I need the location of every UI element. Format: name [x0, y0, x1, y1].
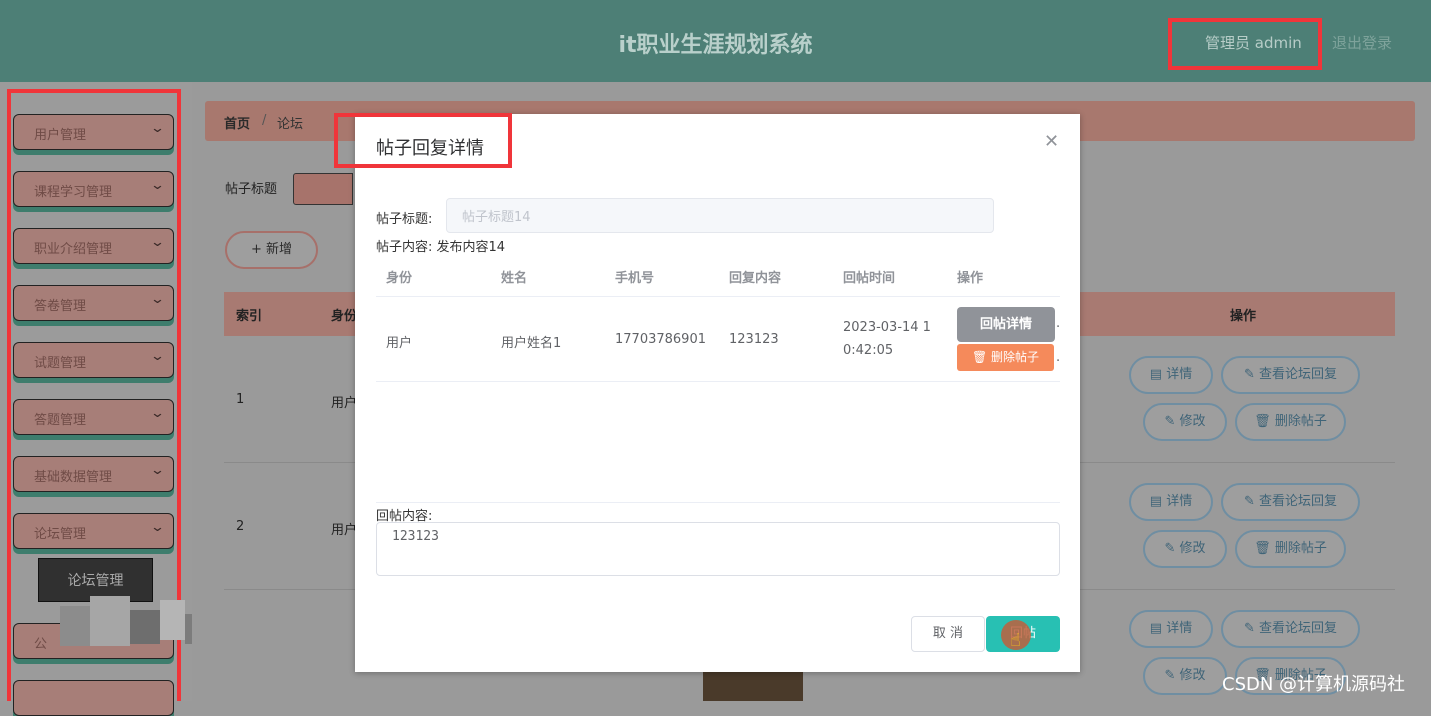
post-title-label: 帖子标题:	[376, 212, 433, 227]
reply-table-divider	[376, 296, 1060, 297]
reply-cell-name: 用户姓名1	[501, 336, 562, 351]
close-icon[interactable]: ✕	[1044, 131, 1059, 152]
reply-cell-content: 123123	[729, 332, 779, 347]
reply-cell-time-line2: 0:42:05	[843, 343, 894, 358]
reply-column-actions: 操作	[957, 271, 984, 286]
delete-reply-button[interactable]: 🗑 删除帖子	[957, 344, 1054, 371]
trash-icon: 🗑	[971, 350, 988, 364]
reply-detail-button[interactable]: 回帖详情	[957, 307, 1055, 342]
reply-content-textarea[interactable]: 123123	[376, 522, 1060, 576]
overflow-ellipsis: .	[1056, 350, 1061, 365]
reply-cell-identity: 用户	[386, 336, 413, 351]
reply-column-name: 姓名	[501, 271, 528, 286]
reply-table-divider	[376, 381, 1060, 382]
dialog-title: 帖子回复详情	[376, 138, 484, 159]
reply-column-phone: 手机号	[615, 271, 655, 286]
overflow-ellipsis: .	[1056, 316, 1061, 331]
reply-column-time: 回帖时间	[843, 271, 896, 286]
post-title-field[interactable]	[446, 198, 994, 233]
form-divider	[376, 502, 1060, 503]
reply-cell-time-line1: 2023-03-14 1	[843, 320, 931, 335]
reply-cell-phone: 17703786901	[615, 332, 706, 347]
reply-column-identity: 身份	[386, 271, 413, 286]
cancel-button[interactable]: 取 消	[911, 616, 985, 652]
hand-cursor-icon: ☝	[1010, 630, 1021, 651]
post-content: 帖子内容: 发布内容14	[376, 240, 506, 255]
watermark: CSDN @计算机源码社	[1222, 674, 1406, 695]
reply-column-content: 回复内容	[729, 271, 782, 286]
